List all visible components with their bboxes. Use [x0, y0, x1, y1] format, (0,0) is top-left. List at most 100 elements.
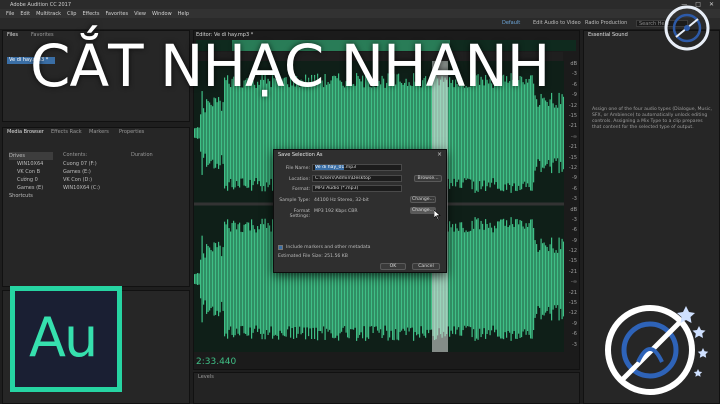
- waveform-sample: [218, 241, 220, 317]
- waveform-sample: [200, 259, 202, 299]
- waveform-sample: [467, 231, 469, 327]
- menu-multitrack[interactable]: Multitrack: [36, 11, 61, 17]
- list-item[interactable]: Games (E:): [63, 168, 143, 176]
- db-scale-label: -15: [568, 112, 577, 119]
- dialog-close-icon[interactable]: ×: [437, 151, 442, 158]
- list-item[interactable]: Cuong 07 (F:): [63, 160, 143, 168]
- tab-markers[interactable]: Markers: [89, 129, 109, 135]
- waveform-sample: [519, 220, 521, 338]
- waveform-sample: [554, 107, 556, 159]
- media-browser-panel: Media Browser Effects Rack Markers Prope…: [2, 127, 190, 287]
- waveform-sample: [257, 226, 259, 332]
- save-selection-dialog: Save Selection As × File Name: Ve di hay…: [273, 149, 447, 273]
- waveform-sample: [194, 128, 196, 138]
- waveform-sample: [218, 97, 220, 169]
- waveform-sample: [206, 244, 208, 314]
- db-scale-label: -3: [572, 196, 577, 203]
- list-item[interactable]: WIN10X64 (C:): [63, 184, 143, 192]
- cancel-button[interactable]: Cancel: [412, 263, 440, 270]
- tree-drives[interactable]: Drives: [9, 152, 53, 160]
- tree-drive[interactable]: VK Con B: [9, 168, 53, 176]
- waveform-sample: [543, 97, 545, 169]
- waveform-sample: [540, 238, 542, 320]
- menu-edit[interactable]: Edit: [20, 11, 30, 17]
- waveform-sample: [483, 229, 485, 329]
- waveform-sample: [534, 95, 536, 171]
- menu-effects[interactable]: Effects: [82, 11, 99, 17]
- waveform-sample: [234, 222, 236, 336]
- tab-files[interactable]: Files: [7, 32, 18, 38]
- tree-shortcuts[interactable]: Shortcuts: [9, 192, 53, 200]
- menu-help[interactable]: Help: [178, 11, 189, 17]
- waveform-sample: [486, 224, 488, 334]
- menu-view[interactable]: View: [134, 11, 146, 17]
- change-sample-type-button[interactable]: Change...: [410, 196, 436, 203]
- waveform-sample: [200, 114, 202, 152]
- db-scale-label: -12: [568, 248, 577, 255]
- toolbar: Default Edit Audio to Video Radio Produc…: [0, 18, 720, 30]
- db-scale-label: -3: [572, 341, 577, 348]
- waveform-sample: [485, 219, 487, 339]
- waveform-sample: [195, 273, 197, 285]
- waveform-sample: [237, 224, 239, 334]
- waveform-sample: [266, 227, 268, 331]
- waveform-sample: [464, 232, 466, 326]
- tab-levels[interactable]: Levels: [198, 374, 214, 380]
- waveform-sample: [549, 99, 551, 167]
- waveform-sample: [240, 87, 242, 179]
- waveform-sample: [533, 227, 535, 331]
- format-select[interactable]: MP3 Audio (*.mp3): [312, 185, 402, 192]
- waveform-sample: [552, 248, 554, 310]
- waveform-sample: [561, 238, 563, 320]
- tree-drive[interactable]: Games (E): [9, 184, 53, 192]
- waveform-sample: [492, 87, 494, 179]
- location-select[interactable]: C:\Users\Admin\Desktop: [312, 175, 402, 182]
- tab-properties[interactable]: Properties: [119, 129, 144, 135]
- waveform-sample: [225, 224, 227, 334]
- tab-essential-sound[interactable]: Essential Sound: [588, 32, 628, 38]
- db-scale-label: -6: [572, 227, 577, 234]
- waveform-sample: [246, 222, 248, 336]
- waveform-sample: [480, 220, 482, 338]
- db-scale-label: -15: [568, 258, 577, 265]
- waveform-sample: [230, 231, 232, 327]
- db-scale-label: -3: [572, 71, 577, 78]
- waveform-sample: [251, 219, 253, 339]
- workspace-radio[interactable]: Radio Production: [585, 20, 627, 26]
- waveform-sample: [525, 223, 527, 335]
- tab-media-browser[interactable]: Media Browser: [7, 129, 44, 135]
- waveform-sample: [222, 102, 224, 164]
- video-title-overlay: CẮT NHẠC NHANH: [30, 32, 550, 100]
- waveform-sample: [473, 228, 475, 330]
- waveform-sample: [236, 229, 238, 329]
- list-item[interactable]: VK Con (D:): [63, 176, 143, 184]
- include-markers-checkbox[interactable]: [278, 245, 283, 250]
- waveform-sample: [269, 225, 271, 333]
- file-name-field[interactable]: Ve di hay_01.mp3: [312, 164, 402, 171]
- menu-file[interactable]: File: [6, 11, 14, 17]
- waveform-sample: [213, 242, 215, 316]
- menu-window[interactable]: Window: [152, 11, 172, 17]
- waveform-sample: [560, 104, 562, 162]
- menu-clip[interactable]: Clip: [67, 11, 76, 17]
- tree-drive[interactable]: WIN10X64: [9, 160, 53, 168]
- waveform-sample: [465, 85, 467, 181]
- workspace-default[interactable]: Default: [502, 20, 520, 26]
- sample-type-value: 44100 Hz Stereo, 32-bit: [314, 198, 369, 203]
- waveform-sample: [548, 251, 550, 307]
- workspace-edit-audio-video[interactable]: Edit Audio to Video: [533, 20, 581, 26]
- waveform-sample: [231, 223, 233, 335]
- waveform-sample: [212, 106, 214, 160]
- change-format-settings-button[interactable]: Change...: [410, 207, 436, 214]
- waveform-sample: [492, 232, 494, 326]
- browse-button[interactable]: Browse...: [414, 175, 442, 182]
- essential-sound-description: Assign one of the four audio types (Dial…: [592, 107, 712, 130]
- waveform-sample: [497, 221, 499, 337]
- contents-list: Cuong 07 (F:) Games (E:) VK Con (D:) WIN…: [63, 160, 143, 192]
- waveform-sample: [210, 104, 212, 162]
- tab-effects-rack[interactable]: Effects Rack: [51, 129, 82, 135]
- menu-favorites[interactable]: Favorites: [105, 11, 128, 17]
- tree-drive[interactable]: Cường 0: [9, 176, 53, 184]
- ok-button[interactable]: OK: [380, 263, 406, 270]
- waveform-sample: [204, 112, 206, 154]
